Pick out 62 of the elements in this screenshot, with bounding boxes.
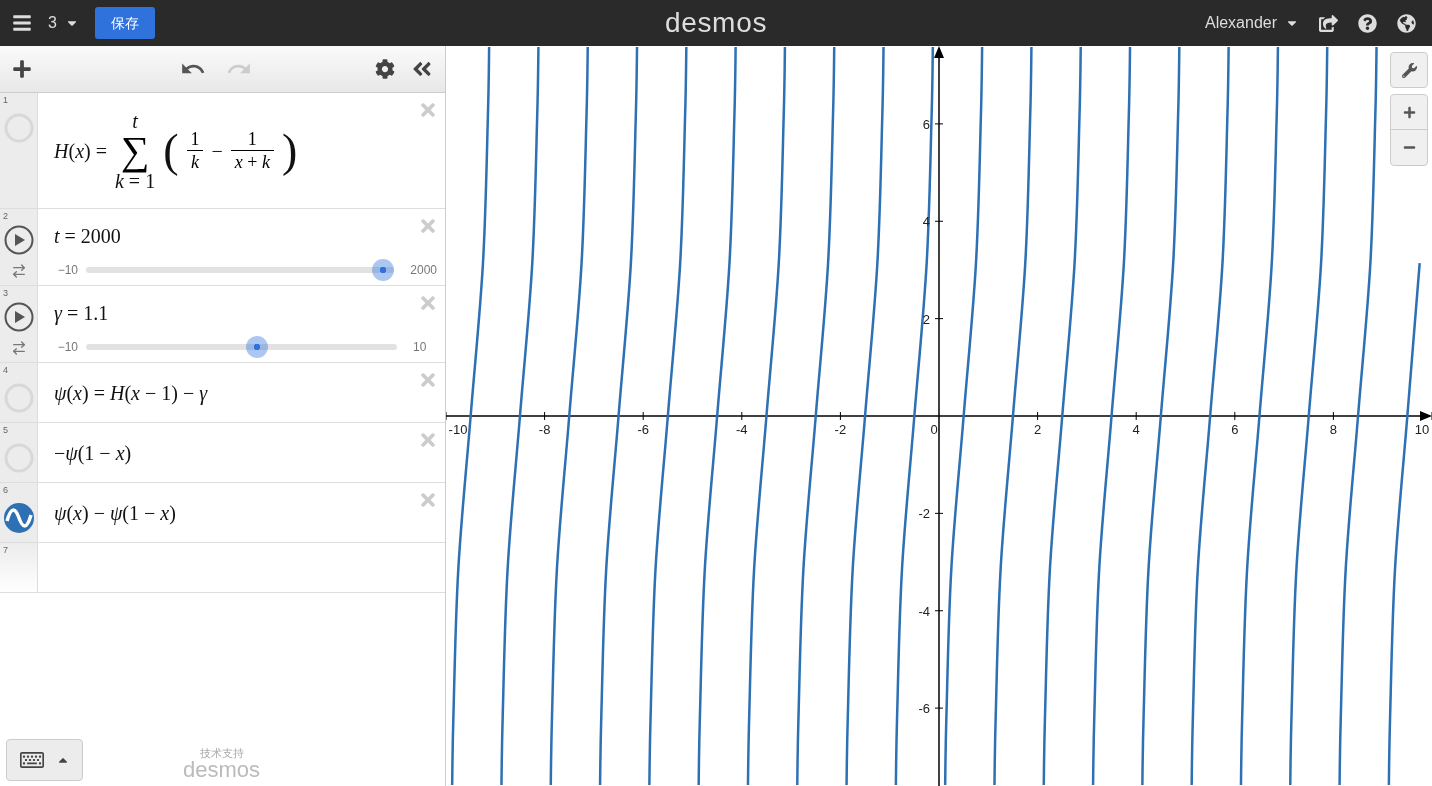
fraction: 1 k [186,127,204,174]
row-number: 5 [3,424,8,437]
logo: desmos [664,6,768,40]
axis-tick-label: 10 [1414,422,1430,437]
user-menu-button[interactable]: Alexander [1204,11,1299,35]
slider-track[interactable] [86,336,397,358]
axis-tick-label: -2 [918,506,930,522]
axis-tick-label: -2 [834,422,847,437]
row-number: 2 [3,210,8,223]
slider-thumb[interactable] [372,259,395,281]
add-icon[interactable] [12,59,32,79]
share-icon[interactable] [1319,13,1338,33]
globe-icon[interactable] [1397,13,1416,33]
play-icon[interactable] [3,302,34,332]
sum-upper-limit: t [132,110,138,131]
parenthesis: ( [163,127,179,174]
row-number: 1 [3,94,8,107]
row-number: 4 [3,364,8,377]
powered-by-text: 技术支持 [199,748,244,759]
axis-tick-label: -4 [736,422,748,437]
axis-tick-label: 6 [922,116,930,132]
play-icon[interactable] [3,225,34,255]
graph-settings-button[interactable] [1390,52,1428,88]
slider-max: 10 [413,339,428,356]
axis-tick-label: -4 [918,603,930,619]
minus-sign: − [211,138,223,164]
wave-icon[interactable] [3,503,34,533]
row-number: 3 [3,287,8,300]
slider-thumb[interactable] [246,336,269,358]
axis-tick-label: 6 [1231,422,1239,437]
math-expression: −ψ(1 − x) [54,440,132,467]
slider-track[interactable] [86,259,395,281]
axis-tick-label: -8 [538,422,551,437]
row-number: 6 [3,484,8,497]
slider-min: −10 [56,262,78,279]
axis-tick-label: 0 [930,422,938,437]
fraction: 1 x + k [230,127,274,174]
slider-max: 2000 [410,262,437,279]
plus-icon [1402,105,1416,119]
axis-tick-label: -6 [918,701,930,717]
keyboard-button[interactable] [6,739,83,781]
repeat-icon[interactable] [10,340,27,356]
math-expression: H(x) = [54,138,107,165]
repeat-icon[interactable] [10,263,27,279]
math-expression: γ = 1.1 [54,301,109,327]
row-number: 7 [3,544,8,557]
math-expression: t = 2000 [54,224,121,249]
graph-count-button[interactable]: 3 [48,11,79,35]
slider-min: −10 [56,339,78,356]
axis-tick-label: 2 [1034,422,1042,437]
settings-icon[interactable] [375,59,395,79]
math-expression: ψ(x) = H(x − 1) − γ [54,380,208,407]
menu-icon[interactable] [12,13,32,33]
axis-tick-label: -6 [637,422,649,437]
axis-tick-label: 8 [1329,422,1337,437]
axis-tick-label: 4 [1132,422,1140,437]
help-icon[interactable] [1358,13,1377,33]
save-button[interactable]: 保存 [94,7,155,39]
parenthesis: ) [281,127,298,174]
wrench-icon [1401,62,1417,78]
axis-tick-label: -10 [448,422,468,437]
math-expression: ψ(x) − ψ(1 − x) [54,500,176,527]
